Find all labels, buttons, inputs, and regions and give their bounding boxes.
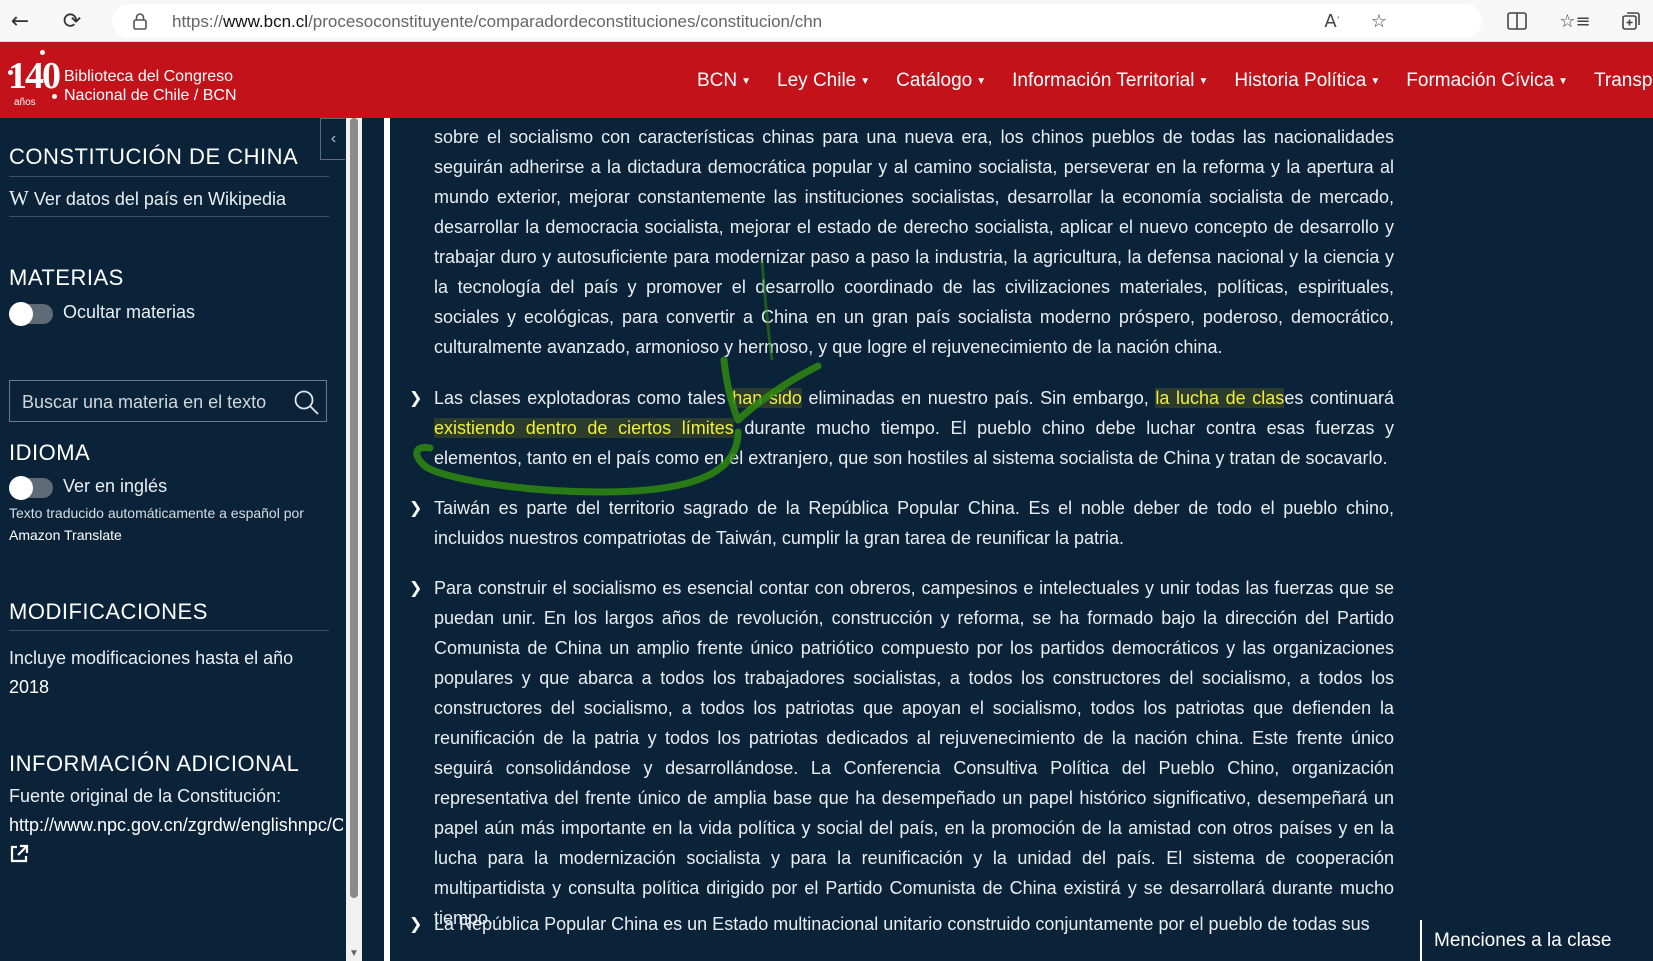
article-paragraph: ❯ Para construir el socialismo es esencia…: [409, 573, 1394, 933]
text-span: eliminadas en nuestro país. Sin embargo,: [801, 388, 1156, 408]
text-span: La República Popular China es un Estado …: [434, 914, 1370, 934]
text-span: Las clases explotadoras como tales: [434, 388, 733, 408]
modificaciones-text: Incluye modificaciones hasta el año: [9, 648, 294, 668]
logo-line1: Biblioteca del Congreso: [64, 68, 233, 85]
article-paragraph-highlighted: ❯ Las clases explotadoras como tales han …: [409, 383, 1394, 473]
nav-item-historia-politica[interactable]: Historia Política ▼: [1221, 70, 1393, 92]
scrollbar-thumb[interactable]: [350, 118, 358, 898]
idioma-heading: IDIOMA: [9, 440, 91, 465]
favorites-icon[interactable]: ☆≡: [1559, 7, 1590, 35]
logo-dot: [52, 94, 57, 99]
fuente-url-link[interactable]: http://www.npc.gov.cn/zgrdw/englishnpc/C: [9, 815, 343, 836]
caret-down-icon: ▼: [741, 75, 752, 87]
nav-label: Formación Cívica: [1406, 70, 1555, 91]
main-nav: BCN ▼ Ley Chile ▼ Catálogo ▼ Información Te…: [684, 70, 1653, 92]
text-span: Para construir el socialismo es esencial…: [434, 578, 1394, 928]
logo-dot: [40, 50, 45, 55]
divider: [9, 216, 329, 217]
wikipedia-icon: W: [9, 186, 29, 210]
chevron-right-icon[interactable]: ❯: [409, 573, 422, 603]
chevron-right-icon[interactable]: ❯: [409, 383, 422, 413]
nav-label: Catálogo: [896, 70, 973, 91]
url-text: https://www.bcn.cl/procesoconstituyente/…: [172, 12, 822, 32]
site-header: 140 años Biblioteca del Congreso Naciona…: [0, 42, 1653, 118]
chevron-right-icon[interactable]: ❯: [409, 909, 422, 939]
scroll-down-arrow-icon[interactable]: ▼: [349, 948, 359, 959]
search-placeholder: Buscar una materia en el texto: [22, 392, 267, 412]
logo-dot: [8, 70, 13, 75]
informacion-adicional-heading: INFORMACIÓN ADICIONAL: [9, 751, 300, 776]
ocultar-materias-toggle[interactable]: [9, 302, 53, 326]
url-scheme: https://: [172, 12, 224, 31]
amazon-translate-link[interactable]: Amazon Translate: [9, 527, 122, 543]
wikipedia-link-label: Ver datos del país en Wikipedia: [33, 189, 286, 209]
lock-icon[interactable]: [132, 12, 150, 30]
caret-down-icon: ▼: [1370, 75, 1381, 87]
favorite-star-icon[interactable]: ☆: [1365, 7, 1393, 35]
translate-note: Texto traducido automáticamente a españo…: [9, 505, 304, 521]
caret-down-icon: ▼: [1558, 75, 1568, 87]
article-paragraph: sobre el socialismo con características …: [434, 127, 1394, 357]
url-path: /procesoconstituyente/comparadordeconsti…: [308, 12, 823, 31]
fuente-label: Fuente original de la Constitución:: [9, 786, 282, 806]
nav-item-ley-chile[interactable]: Ley Chile ▼: [764, 70, 883, 92]
modificaciones-year: 2018: [9, 677, 50, 697]
toggle-knob: [9, 476, 33, 500]
nav-item-informacion-territorial[interactable]: Información Territorial ▼: [999, 70, 1221, 92]
sidebar: ‹ CONSTITUCIÓN DE CHINA W Ver datos del …: [0, 118, 345, 961]
ver-ingles-label: Ver en inglés: [63, 476, 168, 496]
external-link-icon[interactable]: [9, 844, 29, 869]
nav-item-catalogo[interactable]: Catálogo ▼: [883, 70, 999, 92]
collections-icon[interactable]: [1617, 7, 1645, 35]
ver-ingles-toggle[interactable]: [9, 476, 53, 500]
sidebar-scrollbar[interactable]: ▼: [346, 118, 362, 961]
highlighted-text: han sido: [732, 388, 802, 408]
caret-down-icon: ▼: [1198, 75, 1209, 87]
nav-label: Transparencia: [1594, 70, 1653, 91]
toggle-knob: [9, 302, 33, 326]
url-host: www.bcn.cl: [223, 12, 309, 31]
logo-number: 140: [8, 55, 61, 97]
nav-label: Información Territorial: [1012, 70, 1195, 91]
text-span: Taiwán es parte del territorio sagrado d…: [434, 498, 1394, 548]
logo-line2: Nacional de Chile / BCN: [64, 87, 237, 104]
content-edge: [384, 118, 390, 961]
text-span: es continuará: [1284, 388, 1394, 408]
article-paragraph: ❯ La República Popular China es un Estado…: [409, 909, 1394, 939]
logo-years: años: [14, 97, 36, 108]
divider: [9, 630, 329, 631]
divider: [9, 176, 329, 177]
modificaciones-heading: MODIFICACIONES: [9, 599, 208, 624]
split-screen-icon[interactable]: [1503, 7, 1531, 35]
search-icon[interactable]: [292, 388, 320, 416]
caret-down-icon: ▼: [976, 75, 987, 87]
nav-item-transparencia[interactable]: Transparencia: [1581, 70, 1653, 92]
nav-label: Ley Chile: [777, 70, 857, 91]
materia-search-input[interactable]: Buscar una materia en el texto: [9, 380, 327, 422]
read-aloud-icon[interactable]: A’: [1318, 7, 1346, 35]
arrow-left-icon[interactable]: ←: [6, 7, 34, 35]
wikipedia-link[interactable]: W Ver datos del país en Wikipedia: [9, 186, 286, 211]
browser-toolbar: ← ⟳ https://www.bcn.cl/procesoconstituye…: [0, 0, 1653, 42]
article-paragraph: ❯ Taiwán es parte del territorio sagrado …: [409, 493, 1394, 553]
ocultar-materias-label: Ocultar materias: [63, 302, 196, 322]
nav-label: BCN: [697, 70, 738, 91]
chevron-left-icon[interactable]: ‹: [320, 118, 345, 160]
materias-heading: MATERIAS: [9, 265, 124, 290]
chevron-right-icon[interactable]: ❯: [409, 493, 422, 523]
reload-icon[interactable]: ⟳: [58, 7, 86, 35]
highlighted-text: existiendo dentro de ciertos límites: [434, 418, 734, 438]
menciones-a-la-clase-button[interactable]: Menciones a la clase: [1420, 920, 1653, 961]
highlighted-text: la lucha de clas: [1155, 388, 1285, 408]
nav-item-bcn[interactable]: BCN ▼: [684, 70, 764, 92]
nav-label: Historia Política: [1234, 70, 1367, 91]
address-bar[interactable]: https://www.bcn.cl/procesoconstituyente/…: [112, 4, 1482, 38]
nav-item-formacion-civica[interactable]: Formación Cívica ▼: [1393, 70, 1581, 92]
caret-down-icon: ▼: [860, 75, 871, 87]
sidebar-title: CONSTITUCIÓN DE CHINA: [9, 144, 299, 169]
